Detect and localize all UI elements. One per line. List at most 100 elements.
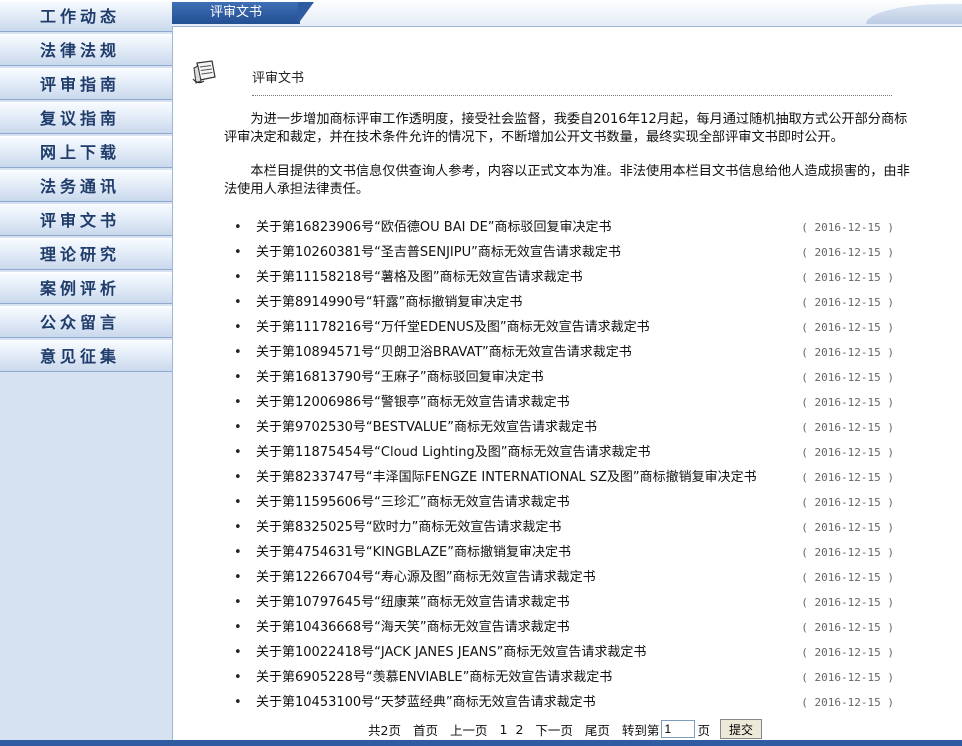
document-date: ( 2016-12-15 ): [801, 696, 894, 709]
document-link[interactable]: 关于第4754631号“KINGBLAZE”商标撤销复审决定书: [256, 544, 571, 562]
list-item: • 关于第10453100号“天梦蓝经典”商标无效宣告请求裁定书 ( 2016-12…: [234, 694, 894, 719]
bullet-icon: •: [234, 645, 242, 660]
document-link[interactable]: 关于第10453100号“天梦蓝经典”商标无效宣告请求裁定书: [256, 694, 596, 712]
next-page-link[interactable]: 下一页: [535, 720, 573, 739]
main-content: 评审文书 为进一步增加商标评审工作透明度，接受社会监督，我委自2016年12月起…: [172, 27, 962, 740]
document-date: ( 2016-12-15 ): [801, 571, 894, 584]
document-link[interactable]: 关于第11595606号“三珍汇”商标无效宣告请求裁定书: [256, 494, 570, 512]
section-header: 评审文书: [190, 57, 892, 97]
bullet-icon: •: [234, 345, 242, 360]
sidebar-item-review-guide[interactable]: 评审指南: [0, 68, 172, 100]
prev-page-link[interactable]: 上一页: [450, 720, 488, 739]
document-date: ( 2016-12-15 ): [801, 546, 894, 559]
bullet-icon: •: [234, 220, 242, 235]
document-link[interactable]: 关于第16813790号“王麻子”商标驳回复审决定书: [256, 369, 544, 387]
document-link[interactable]: 关于第11158218号“薯格及图”商标无效宣告请求裁定书: [256, 269, 583, 287]
list-item: • 关于第4754631号“KINGBLAZE”商标撤销复审决定书 ( 2016-1…: [234, 544, 894, 569]
document-icon: [190, 59, 220, 85]
document-link[interactable]: 关于第11178216号“万仟堂EDENUS及图”商标无效宣告请求裁定书: [256, 319, 650, 337]
nav-list: 工作动态 法律法规 评审指南 复议指南 网上下载 法务通讯 评审文书 理论研究 …: [0, 0, 172, 372]
submit-button[interactable]: 提交: [719, 719, 762, 739]
list-item: • 关于第11158218号“薯格及图”商标无效宣告请求裁定书 ( 2016-12-…: [234, 269, 894, 294]
bullet-icon: •: [234, 470, 242, 485]
bullet-icon: •: [234, 320, 242, 335]
sidebar-item-review-documents[interactable]: 评审文书: [0, 204, 172, 236]
document-link[interactable]: 关于第12266704号“寿心源及图”商标无效宣告请求裁定书: [256, 569, 596, 587]
bullet-icon: •: [234, 620, 242, 635]
sidebar-item-case-analysis[interactable]: 案例评析: [0, 272, 172, 304]
intro-text: 为进一步增加商标评审工作透明度，接受社会监督，我委自2016年12月起，每月通过…: [224, 111, 914, 215]
bullet-icon: •: [234, 270, 242, 285]
list-item: • 关于第16823906号“欧佰德OU BAI DE”商标驳回复审决定书 ( 20…: [234, 219, 894, 244]
sidebar-item-laws[interactable]: 法律法规: [0, 34, 172, 66]
list-item: • 关于第9702530号“BESTVALUE”商标无效宣告请求裁定书 ( 2016…: [234, 419, 894, 444]
document-date: ( 2016-12-15 ): [801, 471, 894, 484]
document-link[interactable]: 关于第8233747号“丰泽国际FENGZE INTERNATIONAL SZ及…: [256, 469, 757, 487]
document-link[interactable]: 关于第16823906号“欧佰德OU BAI DE”商标驳回复审决定书: [256, 219, 612, 237]
document-link[interactable]: 关于第10797645号“纽康莱”商标无效宣告请求裁定书: [256, 594, 570, 612]
bullet-icon: •: [234, 395, 242, 410]
last-page-link[interactable]: 尾页: [585, 720, 610, 739]
title-divider: [252, 95, 892, 96]
first-page-link[interactable]: 首页: [413, 720, 438, 739]
sidebar-item-legal-newsletter[interactable]: 法务通讯: [0, 170, 172, 202]
list-item: • 关于第11875454号“Cloud Lighting及图”商标无效宣告请求裁…: [234, 444, 894, 469]
bullet-icon: •: [234, 295, 242, 310]
bullet-icon: •: [234, 445, 242, 460]
document-date: ( 2016-12-15 ): [801, 346, 894, 359]
document-date: ( 2016-12-15 ): [801, 446, 894, 459]
list-item: • 关于第12266704号“寿心源及图”商标无效宣告请求裁定书 ( 2016-12…: [234, 569, 894, 594]
sidebar-item-opinion-collection[interactable]: 意见征集: [0, 340, 172, 372]
header-tab-corner: [298, 2, 314, 24]
document-link[interactable]: 关于第6905228号“羡慕ENVIABLE”商标无效宣告请求裁定书: [256, 669, 612, 687]
header-tab: 评审文书: [172, 2, 300, 24]
document-link[interactable]: 关于第8325025号“欧时力”商标无效宣告请求裁定书: [256, 519, 561, 537]
page-1-link[interactable]: 1: [499, 722, 507, 737]
document-link[interactable]: 关于第8914990号“轩露”商标撤销复审决定书: [256, 294, 522, 312]
document-link[interactable]: 关于第10894571号“贝朗卫浴BRAVAT”商标无效宣告请求裁定书: [256, 344, 632, 362]
intro-paragraph-2: 本栏目提供的文书信息仅供查询人参考，内容以正式文本为准。非法使用本栏目文书信息给…: [224, 164, 910, 197]
document-link[interactable]: 关于第10022418号“JACK JANES JEANS”商标无效宣告请求裁定…: [256, 644, 646, 662]
page-number-input[interactable]: [661, 720, 696, 738]
document-date: ( 2016-12-15 ): [801, 646, 894, 659]
sidebar-item-work-news[interactable]: 工作动态: [0, 0, 172, 32]
document-date: ( 2016-12-15 ): [801, 421, 894, 434]
list-item: • 关于第10022418号“JACK JANES JEANS”商标无效宣告请求裁…: [234, 644, 894, 669]
bullet-icon: •: [234, 545, 242, 560]
document-link[interactable]: 关于第10436668号“海天笑”商标无效宣告请求裁定书: [256, 619, 570, 637]
sidebar-item-downloads[interactable]: 网上下载: [0, 136, 172, 168]
sidebar-item-theory-research[interactable]: 理论研究: [0, 238, 172, 270]
page-count: 共2页: [368, 722, 401, 738]
list-item: • 关于第8914990号“轩露”商标撤销复审决定书 ( 2016-12-15 ): [234, 294, 894, 319]
document-link[interactable]: 关于第9702530号“BESTVALUE”商标无效宣告请求裁定书: [256, 419, 597, 437]
intro-paragraph-1: 为进一步增加商标评审工作透明度，接受社会监督，我委自2016年12月起，每月通过…: [224, 112, 908, 145]
list-item: • 关于第12006986号“警银亭”商标无效宣告请求裁定书 ( 2016-12-1…: [234, 394, 894, 419]
document-date: ( 2016-12-15 ): [801, 296, 894, 309]
pagination: 共2页 首页 上一页 1 2 下一页 尾页 转到第 页 提交: [368, 719, 762, 739]
list-item: • 关于第11178216号“万仟堂EDENUS及图”商标无效宣告请求裁定书 ( 2…: [234, 319, 894, 344]
bullet-icon: •: [234, 420, 242, 435]
list-item: • 关于第8233747号“丰泽国际FENGZE INTERNATIONAL SZ…: [234, 469, 894, 494]
list-item: • 关于第10260381号“圣吉普SENJIPU”商标无效宣告请求裁定书 ( 20…: [234, 244, 894, 269]
sidebar-item-reconsideration-guide[interactable]: 复议指南: [0, 102, 172, 134]
document-date: ( 2016-12-15 ): [801, 496, 894, 509]
header-bar: 评审文书: [172, 0, 962, 27]
list-item: • 关于第10894571号“贝朗卫浴BRAVAT”商标无效宣告请求裁定书 ( 20…: [234, 344, 894, 369]
bullet-icon: •: [234, 495, 242, 510]
document-link[interactable]: 关于第11875454号“Cloud Lighting及图”商标无效宣告请求裁定…: [256, 444, 650, 462]
list-item: • 关于第11595606号“三珍汇”商标无效宣告请求裁定书 ( 2016-12-1…: [234, 494, 894, 519]
list-item: • 关于第8325025号“欧时力”商标无效宣告请求裁定书 ( 2016-12-15…: [234, 519, 894, 544]
sidebar-item-public-messages[interactable]: 公众留言: [0, 306, 172, 338]
bullet-icon: •: [234, 245, 242, 260]
page-suffix-label: 页: [697, 722, 710, 738]
bullet-icon: •: [234, 570, 242, 585]
document-date: ( 2016-12-15 ): [801, 596, 894, 609]
document-date: ( 2016-12-15 ): [801, 271, 894, 284]
bullet-icon: •: [234, 520, 242, 535]
list-item: • 关于第10797645号“纽康莱”商标无效宣告请求裁定书 ( 2016-12-1…: [234, 594, 894, 619]
document-link[interactable]: 关于第12006986号“警银亭”商标无效宣告请求裁定书: [256, 394, 570, 412]
document-date: ( 2016-12-15 ): [801, 246, 894, 259]
list-item: • 关于第10436668号“海天笑”商标无效宣告请求裁定书 ( 2016-12-1…: [234, 619, 894, 644]
document-link[interactable]: 关于第10260381号“圣吉普SENJIPU”商标无效宣告请求裁定书: [256, 244, 621, 262]
page-2-link[interactable]: 2: [515, 722, 523, 737]
